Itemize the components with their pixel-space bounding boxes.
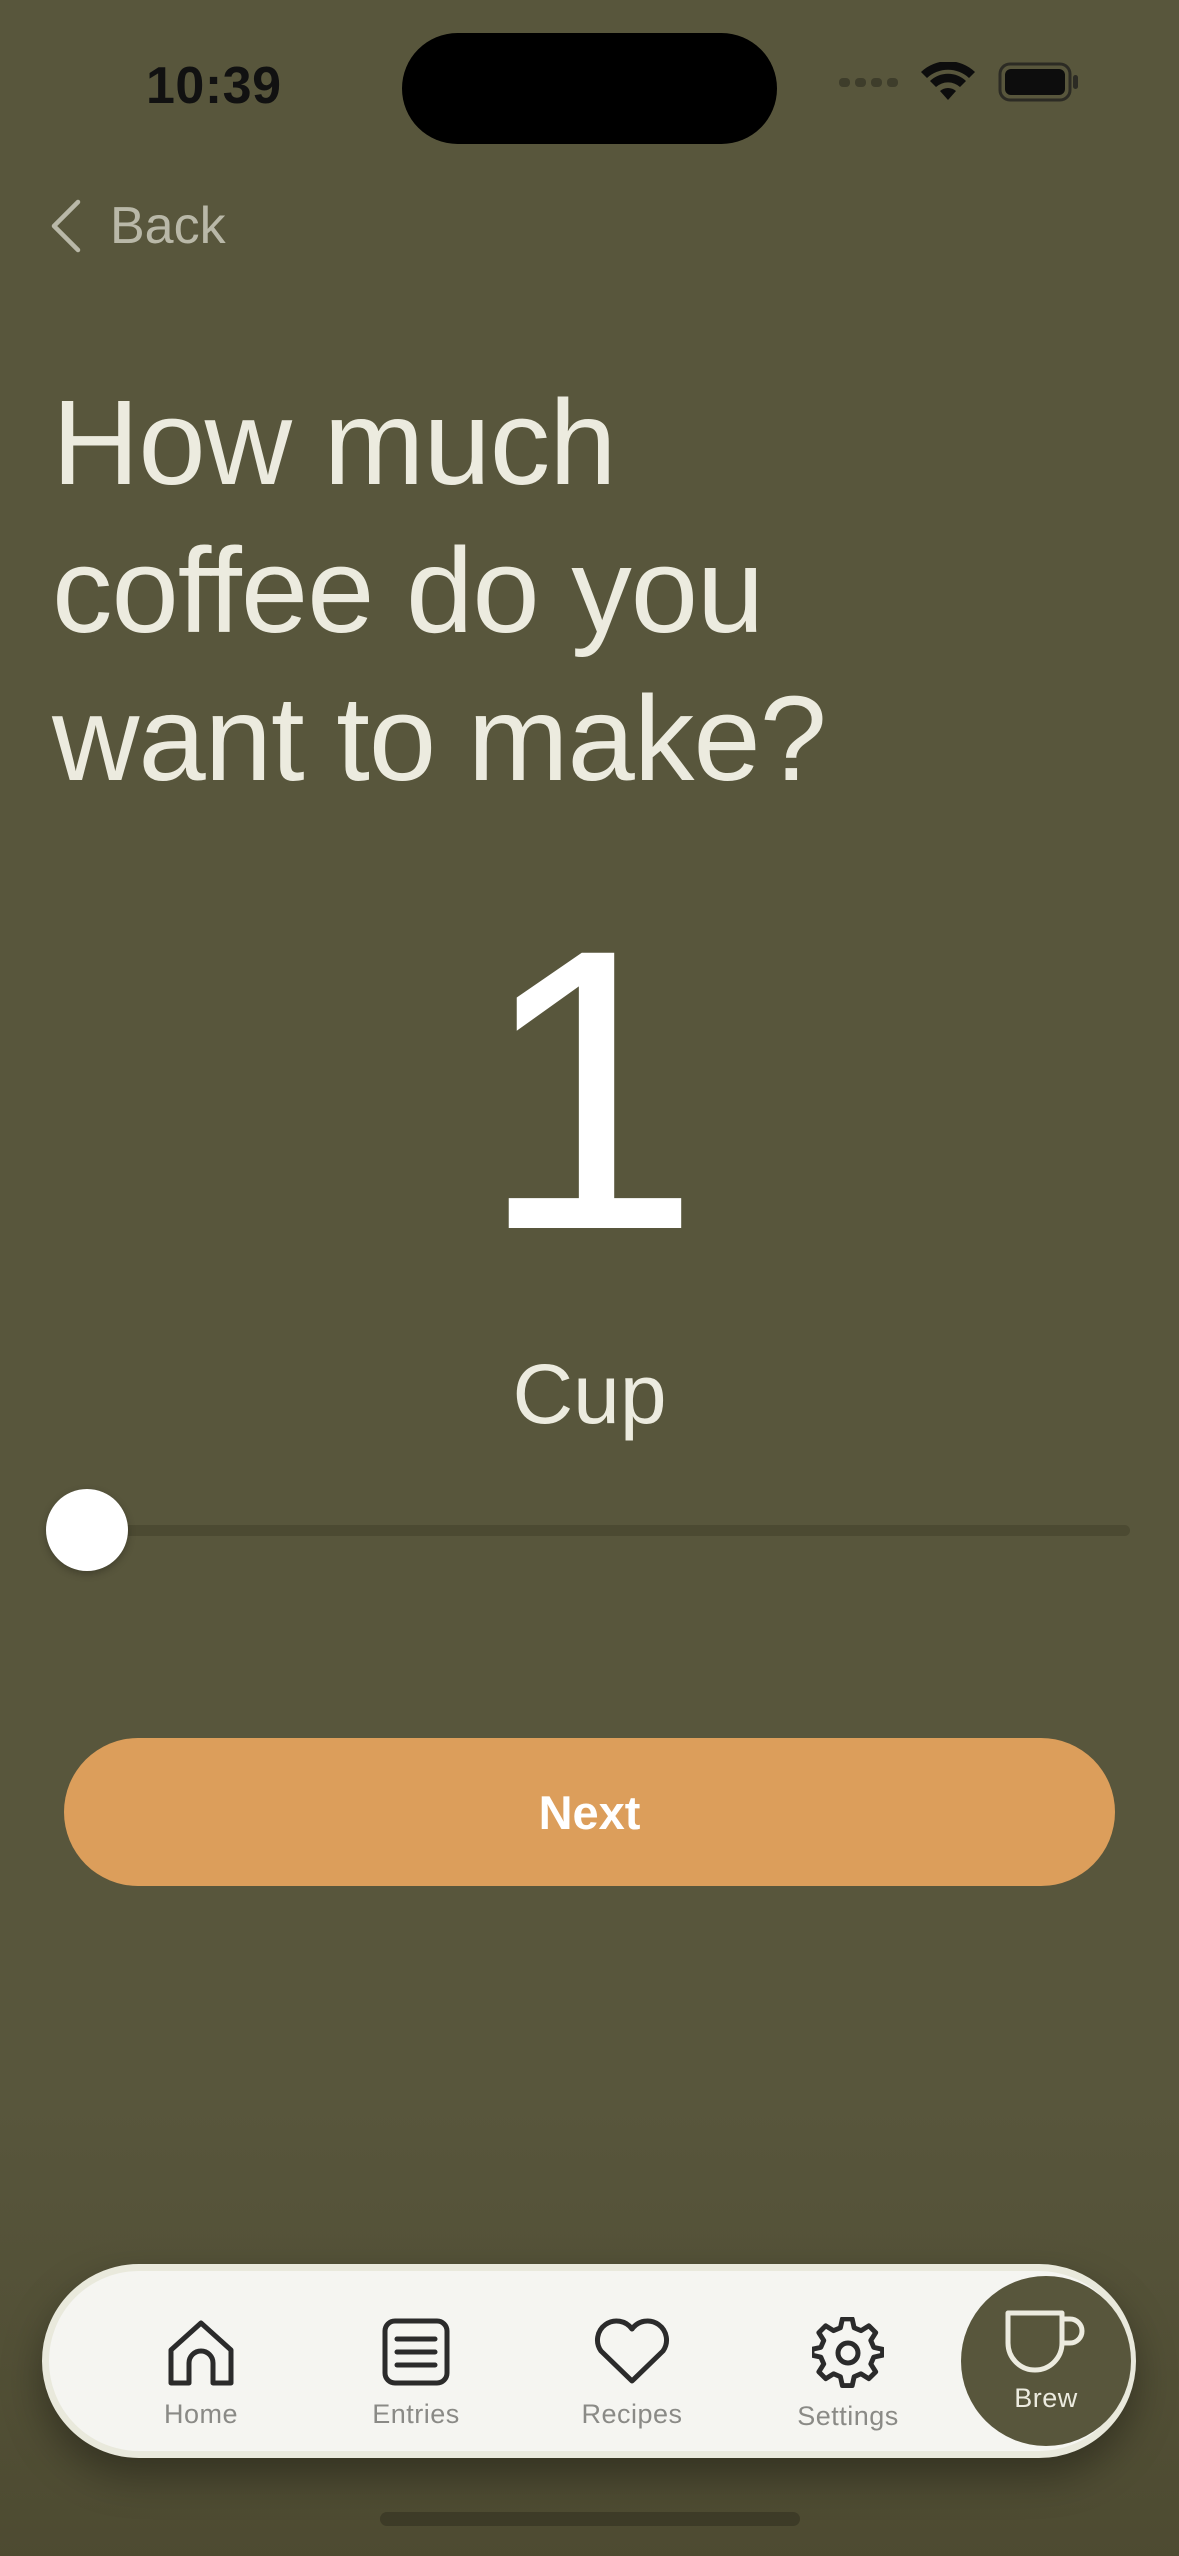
quantity-value: 1 bbox=[478, 866, 701, 1313]
tab-label: Brew bbox=[1014, 2382, 1078, 2413]
status-icons bbox=[839, 62, 1080, 102]
title-line-3: want to make? bbox=[52, 670, 827, 806]
cellular-signal-icon bbox=[839, 77, 898, 87]
quantity-unit: Cup bbox=[512, 1347, 667, 1441]
list-icon bbox=[382, 2318, 450, 2386]
tab-label: Home bbox=[163, 2399, 239, 2429]
home-icon bbox=[168, 2320, 234, 2386]
tab-settings[interactable]: Settings bbox=[763, 2317, 933, 2432]
tab-label: Entries bbox=[372, 2399, 460, 2429]
wifi-icon bbox=[921, 62, 975, 100]
tab-label: Recipes bbox=[581, 2399, 683, 2429]
tab-bar: Home Entries Recipes Settings Brew bbox=[42, 2264, 1136, 2458]
tab-label: Settings bbox=[797, 2401, 899, 2431]
slider-track[interactable] bbox=[86, 1525, 1130, 1536]
quantity-slider[interactable] bbox=[46, 1488, 1130, 1572]
status-time: 10:39 bbox=[146, 57, 282, 115]
tab-brew[interactable]: Brew bbox=[961, 2276, 1131, 2446]
title-line-2: coffee do you bbox=[52, 522, 764, 658]
home-indicator bbox=[380, 2512, 800, 2526]
dynamic-island bbox=[402, 33, 777, 144]
tab-home[interactable]: Home bbox=[116, 2317, 286, 2430]
battery-icon bbox=[998, 62, 1078, 102]
back-button[interactable]: Back bbox=[48, 196, 226, 256]
back-label: Back bbox=[110, 197, 226, 255]
slider-thumb[interactable] bbox=[46, 1489, 128, 1571]
title-line-1: How much bbox=[52, 374, 617, 510]
heart-icon bbox=[595, 2318, 669, 2384]
page-title: How much coffee do you want to make? bbox=[52, 368, 952, 812]
chevron-left-icon bbox=[51, 199, 81, 253]
cup-icon bbox=[1005, 2310, 1085, 2372]
brew-quantity-screen: 10:39 Back How much coffee do you want t… bbox=[0, 0, 1179, 2556]
next-button[interactable]: Next bbox=[64, 1738, 1115, 1886]
gear-icon bbox=[812, 2317, 884, 2389]
tab-entries[interactable]: Entries bbox=[331, 2317, 501, 2430]
tab-recipes[interactable]: Recipes bbox=[547, 2317, 717, 2430]
